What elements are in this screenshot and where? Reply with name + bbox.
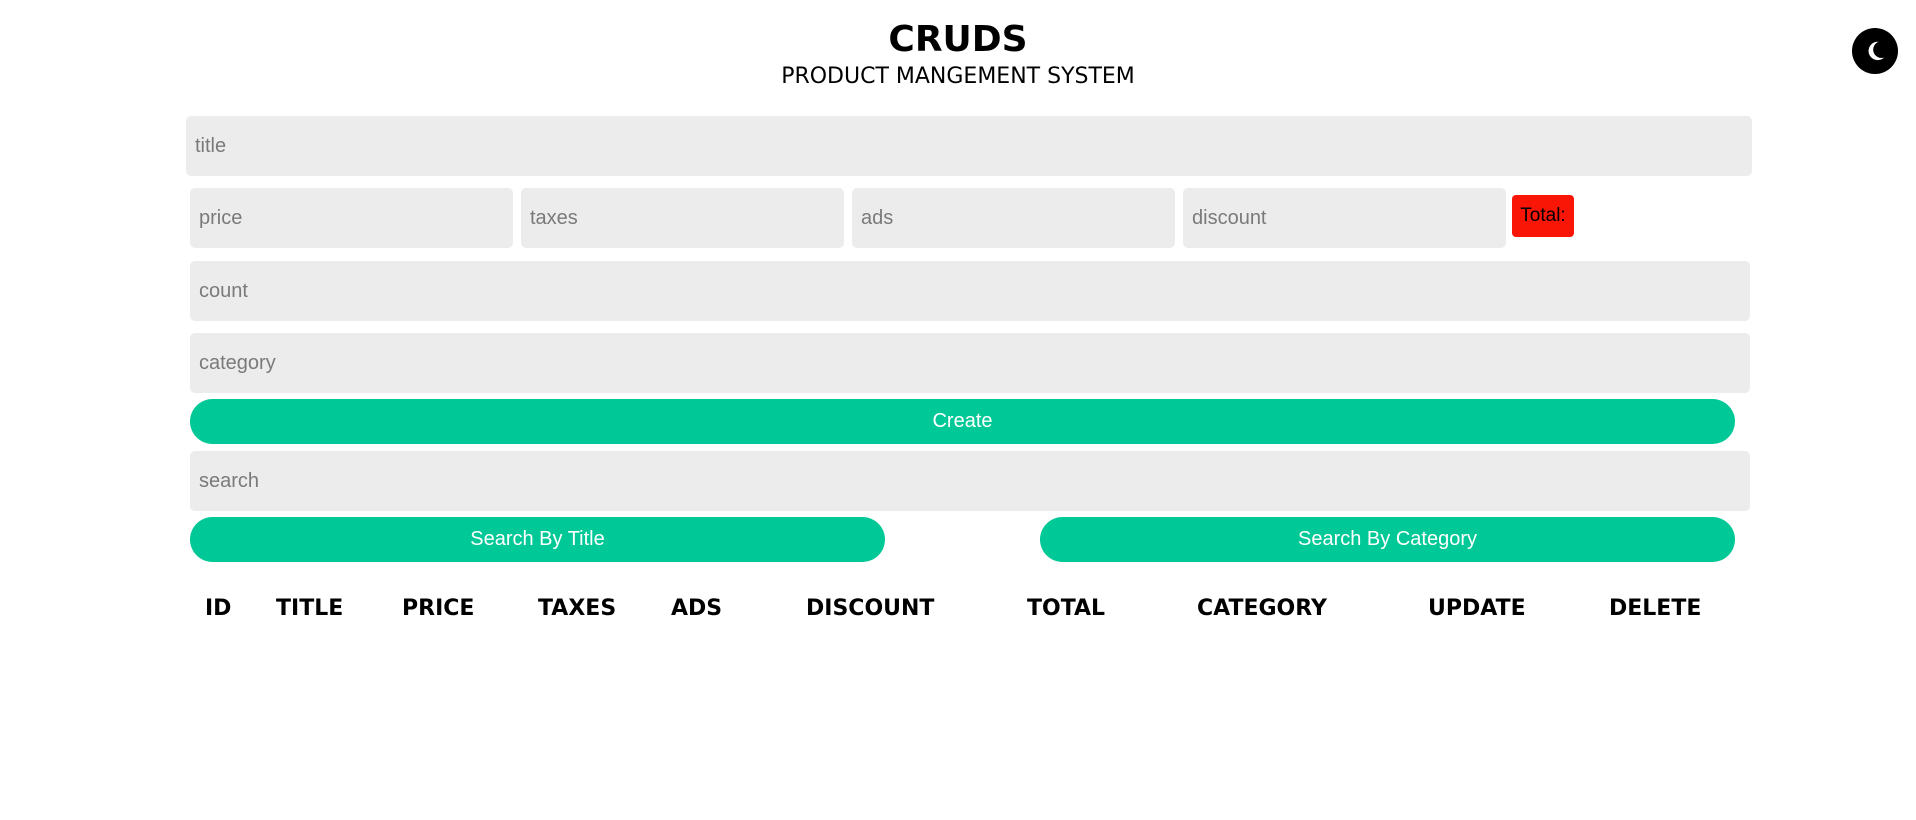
- column-header-update: UPDATE: [1428, 596, 1526, 621]
- column-header-category: CATEGORY: [1197, 596, 1327, 621]
- count-input[interactable]: [190, 261, 1750, 321]
- search-input[interactable]: [190, 451, 1750, 511]
- column-header-price: PRICE: [402, 596, 475, 621]
- header: CRUDS PRODUCT MANGEMENT SYSTEM: [0, 18, 1916, 90]
- page-subtitle: PRODUCT MANGEMENT SYSTEM: [781, 64, 1135, 89]
- column-header-title: TITLE: [276, 596, 344, 621]
- page: CRUDS PRODUCT MANGEMENT SYSTEM Total: Cr…: [0, 0, 1916, 820]
- discount-input[interactable]: [1183, 188, 1506, 248]
- page-title: CRUDS: [888, 19, 1028, 60]
- column-header-total: TOTAL: [1027, 596, 1106, 621]
- taxes-input[interactable]: [521, 188, 844, 248]
- search-by-category-button[interactable]: Search By Category: [1040, 517, 1735, 562]
- column-header-delete: DELETE: [1609, 596, 1702, 621]
- price-input[interactable]: [190, 188, 513, 248]
- create-button[interactable]: Create: [190, 399, 1735, 444]
- ads-input[interactable]: [852, 188, 1175, 248]
- total-badge: Total:: [1512, 195, 1574, 237]
- column-header-ads: ADS: [671, 596, 723, 621]
- column-header-id: ID: [205, 596, 232, 621]
- title-input[interactable]: [186, 116, 1752, 176]
- table-header-row: ID TITLE PRICE TAXES ADS DISCOUNT TOTAL …: [0, 596, 1916, 626]
- column-header-taxes: TAXES: [538, 596, 617, 621]
- column-header-discount: DISCOUNT: [806, 596, 935, 621]
- search-by-title-button[interactable]: Search By Title: [190, 517, 885, 562]
- category-input[interactable]: [190, 333, 1750, 393]
